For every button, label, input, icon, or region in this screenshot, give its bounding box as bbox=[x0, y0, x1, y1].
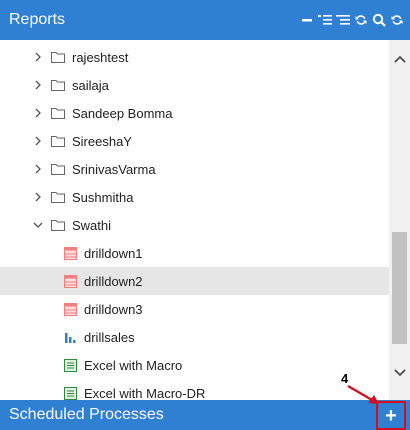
list-indent-icon[interactable] bbox=[317, 11, 333, 29]
folder-row-swathi[interactable]: Swathi bbox=[0, 211, 389, 239]
folder-open-icon bbox=[51, 219, 65, 231]
folder-row-sushmitha[interactable]: Sushmitha bbox=[0, 183, 389, 211]
folder-row-srinivasvarma[interactable]: SrinivasVarma bbox=[0, 155, 389, 183]
folder-icon bbox=[51, 51, 65, 63]
folder-row-rajeshtest[interactable]: rajeshtest bbox=[0, 43, 389, 71]
folder-label: rajeshtest bbox=[72, 49, 129, 65]
plus-icon: + bbox=[385, 404, 397, 427]
report-label: Excel with Macro bbox=[84, 357, 183, 373]
tree-scrollbar[interactable] bbox=[389, 40, 410, 400]
folder-label: SireeshaY bbox=[72, 133, 132, 149]
chevron-right-icon[interactable] bbox=[31, 78, 45, 92]
table-report-icon bbox=[63, 246, 77, 260]
reports-tree: rajeshtest sailaja Sandeep Bomma Sireesh… bbox=[0, 40, 410, 400]
report-label: drilldown3 bbox=[84, 301, 143, 317]
folder-icon bbox=[51, 135, 65, 147]
folder-label: Sushmitha bbox=[72, 189, 134, 205]
folder-label: Sandeep Bomma bbox=[72, 105, 173, 121]
excel-icon bbox=[63, 386, 77, 400]
folder-label: SrinivasVarma bbox=[72, 161, 156, 177]
folder-icon bbox=[51, 107, 65, 119]
chevron-right-icon[interactable] bbox=[31, 106, 45, 120]
header-toolbar bbox=[299, 11, 410, 29]
report-item-drilldown3[interactable]: drilldown3 bbox=[0, 295, 389, 323]
chevron-right-icon[interactable] bbox=[31, 50, 45, 64]
folder-label: sailaja bbox=[72, 77, 109, 93]
excel-icon bbox=[63, 358, 77, 372]
report-item-drilldown1[interactable]: drilldown1 bbox=[0, 239, 389, 267]
scheduled-processes-title: Scheduled Processes bbox=[9, 406, 164, 423]
report-label: drilldown1 bbox=[84, 245, 143, 261]
folder-icon bbox=[51, 163, 65, 175]
folder-row-sailaja[interactable]: sailaja bbox=[0, 71, 389, 99]
folder-icon bbox=[51, 191, 65, 203]
chevron-down-icon[interactable] bbox=[31, 218, 45, 232]
chevron-right-icon[interactable] bbox=[31, 162, 45, 176]
table-report-icon bbox=[63, 274, 77, 288]
report-item-drillsales[interactable]: drillsales bbox=[0, 323, 389, 351]
reports-title: Reports bbox=[9, 11, 66, 28]
folder-row-sireeshay[interactable]: SireeshaY bbox=[0, 127, 389, 155]
chevron-right-icon[interactable] bbox=[31, 190, 45, 204]
table-report-icon bbox=[63, 302, 77, 316]
report-label: Excel with Macro-DR bbox=[84, 385, 206, 401]
report-label: drilldown2 bbox=[84, 273, 143, 289]
sync-icon[interactable] bbox=[389, 11, 405, 29]
bar-chart-icon bbox=[63, 330, 77, 344]
search-icon[interactable] bbox=[371, 11, 387, 29]
refresh-icon[interactable] bbox=[353, 11, 369, 29]
folder-row-sandeep-bomma[interactable]: Sandeep Bomma bbox=[0, 99, 389, 127]
report-item-drilldown2[interactable]: drilldown2 bbox=[0, 267, 389, 295]
scroll-up-icon[interactable] bbox=[389, 52, 410, 66]
scrollbar-thumb[interactable] bbox=[392, 232, 407, 344]
callout-arrow-icon bbox=[347, 385, 379, 404]
collapse-icon[interactable] bbox=[299, 11, 315, 29]
chevron-right-icon[interactable] bbox=[31, 134, 45, 148]
report-item-excel-with-macro[interactable]: Excel with Macro bbox=[0, 351, 389, 379]
scroll-down-icon[interactable] bbox=[389, 366, 410, 380]
folder-label: Swathi bbox=[72, 217, 112, 233]
report-item-excel-with-macro-dr[interactable]: Excel with Macro-DR bbox=[0, 379, 389, 400]
reports-header: Reports bbox=[0, 0, 410, 40]
report-label: drillsales bbox=[84, 329, 135, 345]
folder-icon bbox=[51, 79, 65, 91]
list-icon[interactable] bbox=[335, 11, 351, 29]
